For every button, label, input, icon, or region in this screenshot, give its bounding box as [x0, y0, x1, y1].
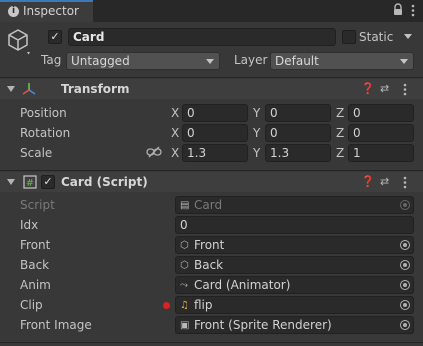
- axis-y-label[interactable]: Y: [253, 126, 260, 140]
- tab-inspector[interactable]: i Inspector: [0, 0, 93, 22]
- checkmark-icon: ✓: [43, 175, 53, 188]
- static-label: Static: [359, 30, 394, 44]
- tag-label: Tag: [41, 53, 62, 67]
- help-icon[interactable]: ❓: [361, 175, 375, 188]
- axis-y-label[interactable]: Y: [253, 106, 260, 120]
- chevron-down-icon: [400, 59, 408, 64]
- component-menu-icon[interactable]: [403, 176, 407, 189]
- position-z-field[interactable]: 0: [348, 104, 414, 122]
- field-label: Anim: [20, 278, 51, 292]
- field-label: Idx: [20, 218, 39, 232]
- kebab-menu-icon[interactable]: [411, 4, 415, 17]
- axis-z-label[interactable]: Z: [336, 126, 344, 140]
- axis-x-label[interactable]: X: [171, 106, 179, 120]
- scale-z-field[interactable]: 1: [348, 144, 414, 162]
- row-label: Position: [20, 106, 67, 120]
- front-image-object-field[interactable]: ▣ Front (Sprite Renderer): [175, 316, 414, 334]
- divider: [0, 170, 423, 171]
- gameobject-cube-icon: ⬡: [180, 260, 189, 271]
- divider: [0, 77, 423, 78]
- lock-icon[interactable]: [393, 3, 403, 16]
- field-label: Script: [20, 198, 55, 212]
- field-label: Back: [20, 258, 50, 272]
- script-enabled-toggle[interactable]: ✓: [41, 175, 55, 189]
- presets-icon[interactable]: ⇄: [380, 175, 389, 188]
- object-picker-icon[interactable]: [400, 280, 410, 290]
- script-reference-field: ▤ Card: [175, 196, 414, 214]
- tag-dropdown[interactable]: Untagged: [66, 52, 220, 70]
- cube-icon[interactable]: [6, 27, 32, 57]
- layer-label: Layer: [234, 53, 268, 67]
- divider: [0, 342, 423, 343]
- animator-icon: ⤳: [180, 280, 188, 291]
- position-y-field[interactable]: 0: [265, 104, 331, 122]
- foldout-arrow-icon: [7, 179, 15, 185]
- object-picker-icon[interactable]: [400, 240, 410, 250]
- scale-y-field[interactable]: 1.3: [265, 144, 331, 162]
- constrain-proportions-icon[interactable]: [146, 146, 162, 158]
- transform-header[interactable]: Transform ❓ ⇄: [0, 79, 423, 99]
- audio-clip-icon: ♫: [180, 300, 189, 311]
- gameobject-cube-icon: ⬡: [180, 240, 189, 251]
- object-picker-icon[interactable]: [400, 260, 410, 270]
- row-label: Scale: [20, 146, 53, 160]
- anim-object-field[interactable]: ⤳ Card (Animator): [175, 276, 414, 294]
- help-icon[interactable]: ❓: [361, 82, 375, 95]
- rotation-x-field[interactable]: 0: [182, 124, 248, 142]
- modified-marker-dot: [163, 302, 170, 309]
- chevron-down-icon: [206, 59, 214, 64]
- clip-object-field[interactable]: ♫ flip: [175, 296, 414, 314]
- position-x-field[interactable]: 0: [182, 104, 248, 122]
- name-field[interactable]: Card: [68, 28, 336, 46]
- object-picker-icon: [400, 200, 410, 210]
- axis-z-label[interactable]: Z: [336, 146, 344, 160]
- card-script-title: Card (Script): [61, 175, 148, 189]
- active-toggle[interactable]: ✓: [48, 30, 62, 44]
- row-label: Rotation: [20, 126, 71, 140]
- transform-title: Transform: [61, 82, 130, 96]
- field-label: Front: [20, 238, 51, 252]
- object-picker-icon[interactable]: [400, 320, 410, 330]
- axis-z-label[interactable]: Z: [336, 106, 344, 120]
- script-file-icon: ▤: [180, 200, 190, 211]
- axis-x-label[interactable]: X: [171, 146, 179, 160]
- scale-x-field[interactable]: 1.3: [182, 144, 248, 162]
- tab-label: Inspector: [23, 4, 79, 18]
- rotation-z-field[interactable]: 0: [348, 124, 414, 142]
- transform-icon: [21, 81, 37, 97]
- axis-y-label[interactable]: Y: [253, 146, 260, 160]
- card-script-header[interactable]: # ✓ Card (Script) ❓ ⇄: [0, 172, 423, 192]
- checkmark-icon: ✓: [50, 30, 60, 43]
- front-object-field[interactable]: ⬡ Front: [175, 236, 414, 254]
- static-checkbox[interactable]: [342, 30, 356, 44]
- foldout-arrow-icon: [7, 86, 15, 92]
- object-picker-icon[interactable]: [400, 300, 410, 310]
- field-label: Clip: [20, 298, 43, 312]
- static-dropdown-caret[interactable]: [403, 31, 413, 41]
- script-icon: #: [23, 175, 37, 189]
- idx-field[interactable]: 0: [175, 216, 414, 234]
- presets-icon[interactable]: ⇄: [380, 82, 389, 95]
- axis-x-label[interactable]: X: [171, 126, 179, 140]
- info-icon: i: [8, 6, 19, 17]
- svg-text:#: #: [26, 178, 34, 189]
- field-label: Front Image: [20, 318, 92, 332]
- layer-dropdown[interactable]: Default: [270, 52, 414, 70]
- back-object-field[interactable]: ⬡ Back: [175, 256, 414, 274]
- sprite-renderer-icon: ▣: [180, 320, 190, 331]
- component-menu-icon[interactable]: [403, 83, 407, 96]
- rotation-y-field[interactable]: 0: [265, 124, 331, 142]
